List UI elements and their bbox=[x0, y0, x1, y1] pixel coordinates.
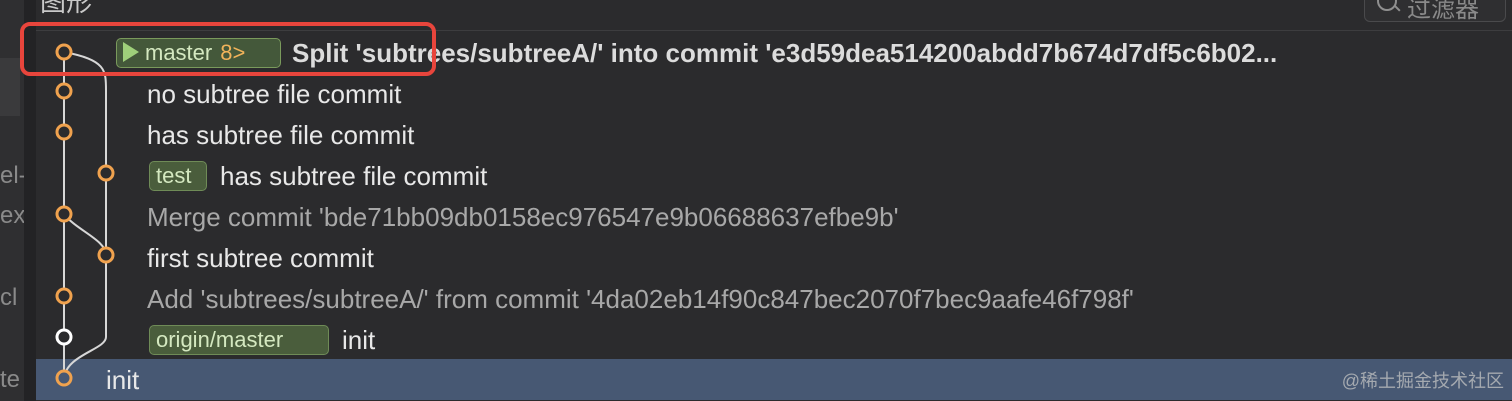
commit-row[interactable]: origin/master init bbox=[36, 319, 1512, 360]
commit-node bbox=[55, 82, 73, 100]
branch-label: origin/master bbox=[156, 327, 284, 352]
search-icon bbox=[1377, 0, 1397, 11]
filter-placeholder: 过滤器 bbox=[1407, 0, 1479, 23]
branch-tag-test[interactable]: test bbox=[149, 161, 207, 191]
panel-title: 图形 bbox=[40, 0, 93, 17]
commit-node bbox=[97, 164, 115, 182]
branch-tag-origin-master[interactable]: origin/master bbox=[149, 325, 329, 355]
commit-node bbox=[97, 246, 115, 264]
sidebar-text-fragment: te bbox=[0, 366, 21, 393]
commit-row[interactable]: has subtree file commit bbox=[36, 114, 1512, 155]
sidebar-text-fragment: ex bbox=[0, 202, 24, 229]
commit-row[interactable]: Merge commit 'bde71bb09db0158ec976547e9b… bbox=[36, 196, 1512, 237]
commit-graph-list[interactable]: master 8> Split 'subtrees/subtreeA/' into… bbox=[20, 22, 1512, 401]
branch-label: master bbox=[145, 40, 213, 65]
commit-node bbox=[55, 43, 73, 61]
commit-message: Add 'subtrees/subtreeA/' from commit '4d… bbox=[147, 284, 1134, 314]
commit-row-selected[interactable]: init bbox=[36, 359, 1512, 400]
sidebar-text-fragment: el- bbox=[0, 162, 24, 189]
sidebar-divider bbox=[0, 58, 20, 116]
graph-lane-split bbox=[63, 213, 107, 256]
filter-input[interactable]: 过滤器 bbox=[1364, 0, 1506, 23]
commit-row[interactable]: master 8> Split 'subtrees/subtreeA/' into… bbox=[36, 32, 1512, 73]
watermark-text: @稀土掘金技术社区 bbox=[1341, 371, 1504, 391]
sidebar-text-fragment: cl bbox=[0, 284, 18, 311]
commit-node bbox=[55, 287, 73, 305]
commit-message: Merge commit 'bde71bb09db0158ec976547e9b… bbox=[147, 202, 899, 232]
commit-message: first subtree commit bbox=[147, 243, 374, 273]
commit-graph-lines bbox=[55, 43, 115, 387]
commit-node bbox=[55, 369, 73, 387]
panel-header: 图形 过滤器 bbox=[36, 0, 1512, 31]
branch-tag-master[interactable]: master 8> bbox=[116, 38, 281, 68]
commit-message: no subtree file commit bbox=[147, 79, 402, 109]
commit-row[interactable]: Add 'subtrees/subtreeA/' from commit '4d… bbox=[36, 278, 1512, 319]
commit-message: Split 'subtrees/subtreeA/' into commit '… bbox=[292, 38, 1278, 68]
commit-node-white bbox=[55, 328, 73, 346]
commit-row[interactable]: first subtree commit bbox=[36, 237, 1512, 278]
commit-message: has subtree file commit bbox=[147, 120, 415, 150]
ahead-count: 8> bbox=[220, 40, 246, 65]
commit-message: init bbox=[342, 325, 376, 355]
commit-message: has subtree file commit bbox=[220, 161, 488, 191]
commit-row[interactable]: test has subtree file commit bbox=[36, 155, 1512, 196]
commit-node bbox=[55, 205, 73, 223]
left-sidebar: el- ex cl te bbox=[0, 0, 24, 401]
commit-row[interactable]: no subtree file commit bbox=[36, 73, 1512, 114]
commit-node bbox=[55, 123, 73, 141]
branch-label: test bbox=[156, 163, 192, 188]
panel-edge bbox=[24, 0, 36, 401]
